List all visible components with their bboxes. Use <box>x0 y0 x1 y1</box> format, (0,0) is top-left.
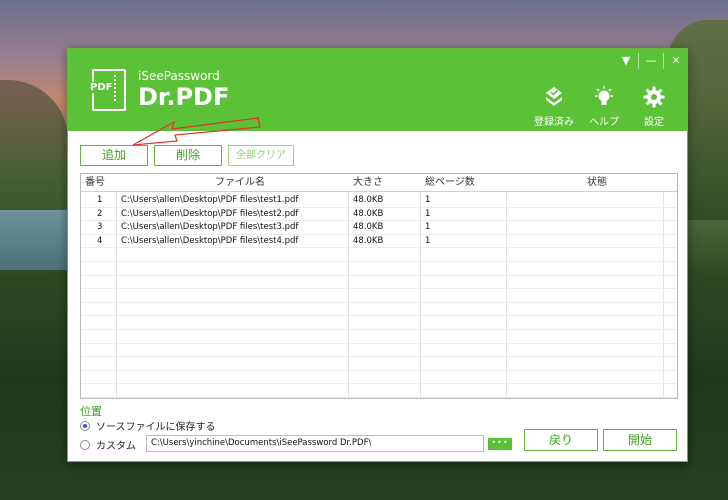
zip-icon <box>114 75 118 101</box>
control-separator <box>638 53 639 69</box>
cell-size: 48.0KB <box>353 222 384 233</box>
table-header: 番号 ファイル名 大きさ 総ページ数 状態 <box>81 174 677 192</box>
file-table: 番号 ファイル名 大きさ 総ページ数 状態 1 C:\Users\allen\D… <box>80 173 678 399</box>
table-row[interactable]: 3 C:\Users\allen\Desktop\PDF files\test3… <box>81 221 677 235</box>
cell-pages: 1 <box>425 195 431 205</box>
browse-button[interactable]: ••• <box>488 438 512 450</box>
add-button[interactable]: 追加 <box>80 145 148 166</box>
pdf-logo-icon: PDF <box>88 69 126 111</box>
cell-filename: C:\Users\allen\Desktop\PDF files\test2.p… <box>121 208 299 219</box>
empty-row <box>81 248 677 262</box>
empty-row <box>81 384 677 398</box>
cell-size: 48.0KB <box>353 195 384 205</box>
back-button[interactable]: 戻り <box>524 429 598 451</box>
cell-pages: 1 <box>425 208 431 219</box>
radio-source-label: ソースファイルに保存する <box>96 422 216 433</box>
logo-text: PDF <box>88 82 115 93</box>
menu-dropdown-icon[interactable]: ▼ <box>616 53 636 69</box>
empty-row <box>81 303 677 317</box>
empty-row <box>81 262 677 276</box>
radio-custom[interactable]: カスタム <box>80 437 136 452</box>
table-row[interactable]: 4 C:\Users\allen\Desktop\PDF files\test4… <box>81 235 677 249</box>
empty-row <box>81 371 677 385</box>
brand-title: Dr.PDF <box>138 83 230 111</box>
help-label: ヘルプ <box>589 117 619 128</box>
app-window: PDF iSeePassword Dr.PDF ▼ — ✕ 登録済み ヘルプ 設… <box>67 48 688 462</box>
empty-row <box>81 276 677 290</box>
empty-row <box>81 289 677 303</box>
header-size[interactable]: 大きさ <box>353 174 383 192</box>
radio-custom-label: カスタム <box>96 441 136 452</box>
cell-size: 48.0KB <box>353 235 384 246</box>
cell-filename: C:\Users\allen\Desktop\PDF files\test3.p… <box>121 222 299 233</box>
delete-button[interactable]: 削除 <box>154 145 222 166</box>
registered-icon <box>546 87 562 106</box>
header-number[interactable]: 番号 <box>85 174 105 192</box>
background-sea <box>0 210 70 270</box>
close-button[interactable]: ✕ <box>666 53 686 69</box>
settings-label: 設定 <box>644 117 664 128</box>
clear-all-button[interactable]: 全部クリア <box>228 145 294 166</box>
table-row[interactable]: 1 C:\Users\allen\Desktop\PDF files\test1… <box>81 194 677 208</box>
control-separator <box>663 53 664 69</box>
empty-row <box>81 316 677 330</box>
empty-row <box>81 344 677 358</box>
cell-pages: 1 <box>425 235 431 246</box>
brand-small: iSeePassword <box>138 69 220 83</box>
app-header: PDF iSeePassword Dr.PDF ▼ — ✕ 登録済み ヘルプ 設… <box>68 49 687 131</box>
radio-button-selected[interactable] <box>80 420 90 431</box>
radio-save-source[interactable]: ソースファイルに保存する <box>80 418 216 433</box>
cell-pages: 1 <box>425 222 431 233</box>
registered-label: 登録済み <box>534 117 574 128</box>
gear-icon <box>643 86 665 108</box>
header-pages[interactable]: 総ページ数 <box>425 174 475 192</box>
empty-row <box>81 357 677 371</box>
custom-path-input[interactable]: C:\Users\yinchine\Documents\iSeePassword… <box>146 435 484 452</box>
cell-number: 4 <box>97 235 103 246</box>
table-row[interactable]: 2 C:\Users\allen\Desktop\PDF files\test2… <box>81 208 677 222</box>
empty-row <box>81 330 677 344</box>
lightbulb-icon <box>595 86 613 105</box>
location-label: 位置 <box>80 405 102 418</box>
start-button[interactable]: 開始 <box>603 429 677 451</box>
header-status[interactable]: 状態 <box>587 174 607 192</box>
minimize-button[interactable]: — <box>641 53 661 69</box>
header-filename[interactable]: ファイル名 <box>215 174 265 192</box>
cell-filename: C:\Users\allen\Desktop\PDF files\test1.p… <box>121 195 299 205</box>
cell-size: 48.0KB <box>353 208 384 219</box>
cell-filename: C:\Users\allen\Desktop\PDF files\test4.p… <box>121 235 299 246</box>
radio-button[interactable] <box>80 439 90 450</box>
cell-number: 3 <box>97 222 103 233</box>
cell-number: 2 <box>97 208 103 219</box>
cell-number: 1 <box>97 195 103 205</box>
settings-button[interactable]: 設定 <box>624 85 684 128</box>
